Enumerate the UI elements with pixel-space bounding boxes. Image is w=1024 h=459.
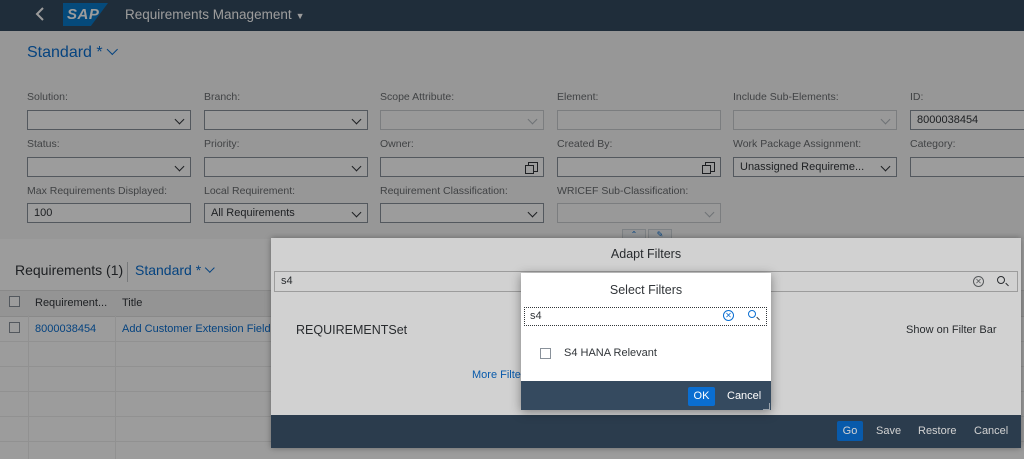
- s4-hana-relevant-checkbox[interactable]: [540, 348, 551, 359]
- clear-search-icon[interactable]: ✕: [723, 310, 734, 321]
- resize-handle[interactable]: [763, 403, 770, 410]
- modal-overlay: [0, 0, 1024, 459]
- search-icon[interactable]: [748, 310, 756, 318]
- dialog-cancel-button[interactable]: Cancel: [727, 387, 761, 406]
- s4-hana-relevant-label[interactable]: S4 HANA Relevant: [564, 347, 657, 360]
- ok-button[interactable]: OK: [688, 387, 715, 406]
- select-filters-title: Select Filters: [609, 283, 683, 297]
